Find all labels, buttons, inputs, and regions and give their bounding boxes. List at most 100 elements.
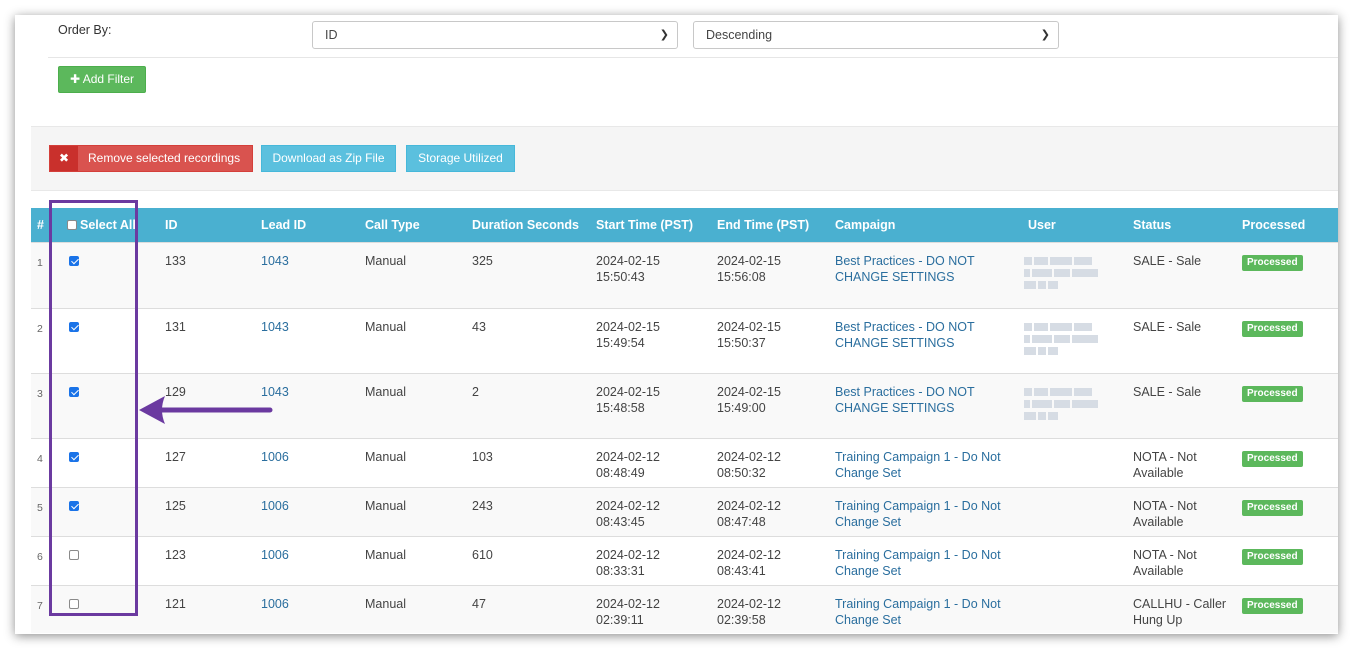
col-id[interactable]: ID [159,208,255,243]
campaign-cell: Training Campaign 1 - Do Not Change Set [829,536,1022,586]
start-clock: 15:50:43 [596,270,645,284]
end-date: 2024-02-15 [717,254,781,268]
table-row: 1 133 1043 Manual 325 2024-02-15 15:50:43… [31,242,1338,309]
campaign-link[interactable]: Training Campaign 1 - Do Not Change Set [835,450,1001,480]
processed-cell: Processed [1236,242,1338,309]
campaign-link[interactable]: Training Campaign 1 - Do Not Change Set [835,597,1001,627]
row-select-cell[interactable] [49,308,159,374]
lead-id-link[interactable]: 1043 [261,320,289,334]
row-checkbox[interactable] [69,599,79,609]
storage-utilized-button[interactable]: Storage Utilized [406,145,515,172]
chevron-down-icon: ❯ [659,29,669,41]
add-filter-label: Add Filter [82,72,135,86]
campaign-link[interactable]: Best Practices - DO NOT CHANGE SETTINGS [835,385,975,415]
col-call-type[interactable]: Call Type [359,208,466,243]
row-select-cell[interactable] [49,373,159,439]
start-date: 2024-02-15 [596,254,660,268]
user-redacted [1024,253,1121,289]
processed-cell: Processed [1236,487,1338,537]
processed-cell: Processed [1236,373,1338,439]
recording-id: 121 [159,585,255,633]
end-date: 2024-02-12 [717,450,781,464]
row-select-cell[interactable] [49,585,159,633]
add-filter-button[interactable]: ✚ Add Filter [58,66,146,93]
row-select-cell[interactable] [49,487,159,537]
duration-seconds: 47 [466,585,590,633]
lead-id-link[interactable]: 1006 [261,548,289,562]
row-checkbox[interactable] [69,550,79,560]
lead-id-link[interactable]: 1043 [261,385,289,399]
col-user[interactable]: User [1022,208,1127,243]
campaign-line-2: CHANGE SETTINGS [835,336,955,350]
lead-id-cell: 1043 [255,242,359,309]
divider [48,57,1338,58]
end-clock: 02:39:58 [717,613,766,627]
campaign-link[interactable]: Training Campaign 1 - Do Not Change Set [835,499,1001,529]
campaign-cell: Training Campaign 1 - Do Not Change Set [829,438,1022,488]
start-time: 2024-02-15 15:50:43 [590,242,711,309]
order-by-label: Order By: [58,23,112,37]
row-checkbox[interactable] [69,501,79,511]
order-field-select[interactable]: ID ❯ [312,21,678,49]
status-cell: SALE - Sale [1127,373,1236,439]
end-date: 2024-02-15 [717,385,781,399]
download-zip-button[interactable]: Download as Zip File [261,145,396,172]
col-end-time[interactable]: End Time (PST) [711,208,829,243]
lead-id-link[interactable]: 1043 [261,254,289,268]
start-clock: 02:39:11 [596,613,644,627]
row-checkbox[interactable] [69,387,79,397]
duration-seconds: 325 [466,242,590,309]
duration-seconds: 2 [466,373,590,439]
row-select-cell[interactable] [49,438,159,488]
status-cell: NOTA - Not Available [1127,536,1236,586]
lead-id-link[interactable]: 1006 [261,499,289,513]
call-type: Manual [359,487,466,537]
status-line-2: Available [1133,466,1184,480]
col-processed[interactable]: Processed [1236,208,1338,243]
lead-id-link[interactable]: 1006 [261,597,289,611]
order-direction-select[interactable]: Descending ❯ [693,21,1059,49]
lead-id-link[interactable]: 1006 [261,450,289,464]
campaign-cell: Training Campaign 1 - Do Not Change Set [829,487,1022,537]
campaign-link[interactable]: Best Practices - DO NOT CHANGE SETTINGS [835,320,975,350]
end-clock: 15:49:00 [717,401,766,415]
row-checkbox[interactable] [69,452,79,462]
end-time: 2024-02-12 08:50:32 [711,438,829,488]
col-duration[interactable]: Duration Seconds [466,208,590,243]
end-date: 2024-02-12 [717,597,781,611]
start-time: 2024-02-12 08:33:31 [590,536,711,586]
user-redacted [1024,384,1121,420]
select-all-checkbox[interactable] [67,220,77,230]
campaign-link[interactable]: Training Campaign 1 - Do Not Change Set [835,548,1001,578]
row-number: 3 [31,373,49,439]
call-type: Manual [359,308,466,374]
col-start-time[interactable]: Start Time (PST) [590,208,711,243]
x-icon: ✖ [50,146,78,171]
end-time: 2024-02-15 15:49:00 [711,373,829,439]
campaign-line-2: Change Set [835,515,902,529]
row-number: 1 [31,242,49,309]
status-line-1: NOTA - Not [1133,548,1197,562]
col-status[interactable]: Status [1127,208,1236,243]
row-checkbox[interactable] [69,322,79,332]
row-select-cell[interactable] [49,536,159,586]
row-number: 7 [31,585,49,633]
processed-cell: Processed [1236,308,1338,374]
col-lead-id[interactable]: Lead ID [255,208,359,243]
remove-selected-button[interactable]: ✖ Remove selected recordings [49,145,253,172]
recording-id: 125 [159,487,255,537]
table-body: 1 133 1043 Manual 325 2024-02-15 15:50:43… [31,242,1338,633]
start-clock: 08:33:31 [596,564,645,578]
start-time: 2024-02-12 08:43:45 [590,487,711,537]
row-number: 2 [31,308,49,374]
col-campaign[interactable]: Campaign [829,208,1022,243]
row-select-cell[interactable] [49,242,159,309]
processed-badge: Processed [1242,549,1303,565]
col-select-all[interactable]: Select All [49,208,159,243]
row-checkbox[interactable] [69,256,79,266]
start-clock: 15:48:58 [596,401,645,415]
status-cell: NOTA - Not Available [1127,438,1236,488]
campaign-link[interactable]: Best Practices - DO NOT CHANGE SETTINGS [835,254,975,284]
user-cell [1022,536,1127,586]
user-cell [1022,585,1127,633]
